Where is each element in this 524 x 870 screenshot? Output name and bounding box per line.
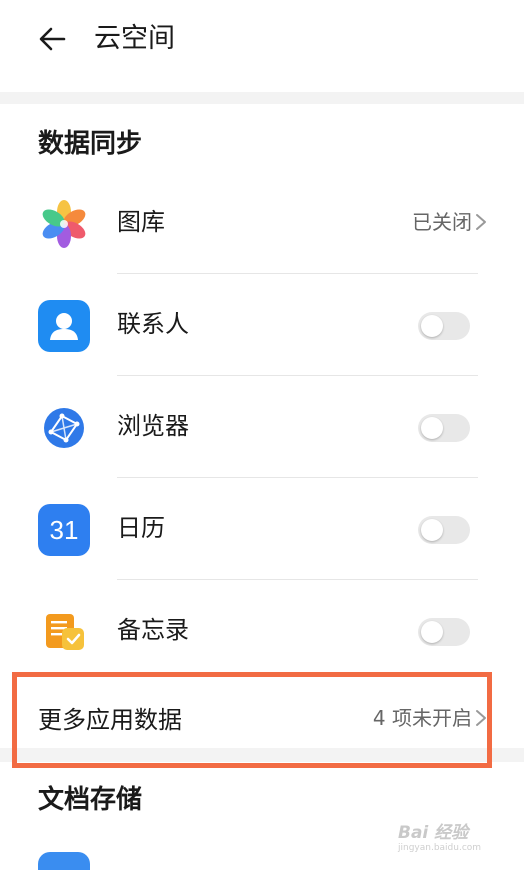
chevron-right-icon [474, 708, 488, 728]
contacts-row[interactable]: 联系人 [0, 276, 524, 376]
back-arrow-icon[interactable] [36, 22, 70, 56]
memo-label: 备忘录 [117, 616, 189, 644]
calendar-icon: 31 [38, 504, 90, 556]
memo-icon [38, 606, 90, 658]
top-bar: 云空间 [0, 0, 524, 78]
watermark-url: jingyan.baidu.com [398, 843, 482, 853]
gallery-icon [38, 198, 90, 250]
chevron-right-icon [474, 212, 488, 232]
more-app-data-label: 更多应用数据 [38, 706, 182, 734]
divider [117, 375, 478, 376]
browser-sync-toggle[interactable] [418, 414, 470, 442]
gallery-row[interactable]: 图库 已关闭 [0, 174, 524, 274]
contacts-icon [38, 300, 90, 352]
divider [117, 579, 478, 580]
section-separator [0, 748, 524, 762]
contacts-label: 联系人 [117, 310, 189, 338]
page-title: 云空间 [94, 23, 175, 54]
watermark-text: Bai 经验 [398, 823, 469, 843]
calendar-row[interactable]: 31 日历 [0, 480, 524, 580]
divider [117, 273, 478, 274]
contacts-sync-toggle[interactable] [418, 312, 470, 340]
memo-row[interactable]: 备忘录 [0, 582, 524, 682]
browser-row[interactable]: 浏览器 [0, 378, 524, 478]
calendar-sync-toggle[interactable] [418, 516, 470, 544]
calendar-label: 日历 [117, 514, 165, 542]
browser-icon [38, 402, 90, 454]
browser-label: 浏览器 [117, 412, 189, 440]
gallery-status: 已关闭 [412, 210, 472, 234]
gallery-label: 图库 [117, 208, 165, 236]
divider [117, 477, 478, 478]
memo-sync-toggle[interactable] [418, 618, 470, 646]
calendar-icon-date: 31 [49, 514, 79, 545]
more-app-data-status: 4 项未开启 [372, 706, 472, 730]
baidu-jingyan-watermark: Bai 经验 jingyan.baidu.com [398, 818, 518, 866]
document-app-icon [38, 852, 90, 870]
section-title-doc-storage: 文档存储 [38, 785, 143, 815]
section-title-data-sync: 数据同步 [38, 129, 143, 159]
section-separator [0, 92, 524, 104]
